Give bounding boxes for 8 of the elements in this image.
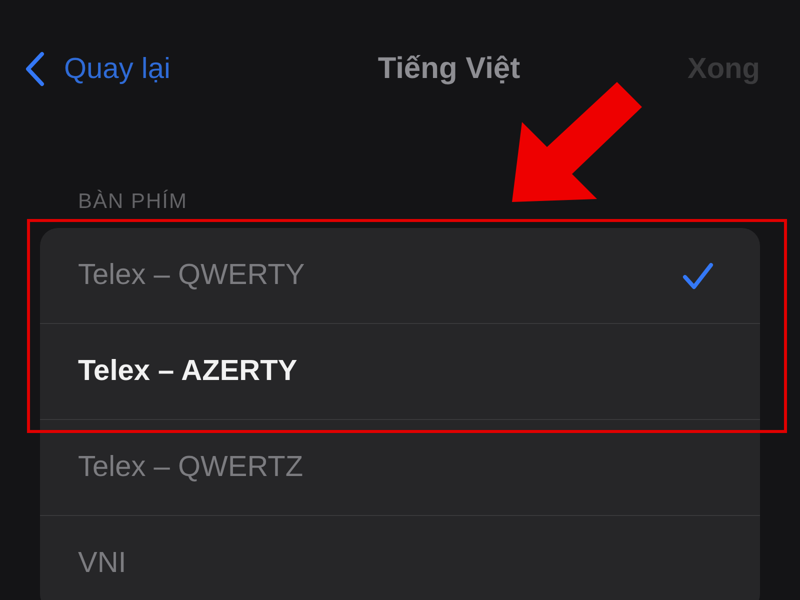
section-header: BÀN PHÍM: [78, 190, 189, 214]
chevron-left-icon: [24, 51, 46, 87]
keyboard-option[interactable]: VNI: [78, 547, 126, 580]
nav-title: Tiếng Việt: [378, 52, 520, 86]
keyboard-option[interactable]: Telex – QWERTY: [78, 259, 305, 292]
keyboard-option[interactable]: Telex – QWERTZ: [78, 451, 304, 484]
back-button[interactable]: Quay lại: [24, 51, 170, 87]
keyboard-option[interactable]: Telex – AZERTY: [78, 355, 298, 388]
